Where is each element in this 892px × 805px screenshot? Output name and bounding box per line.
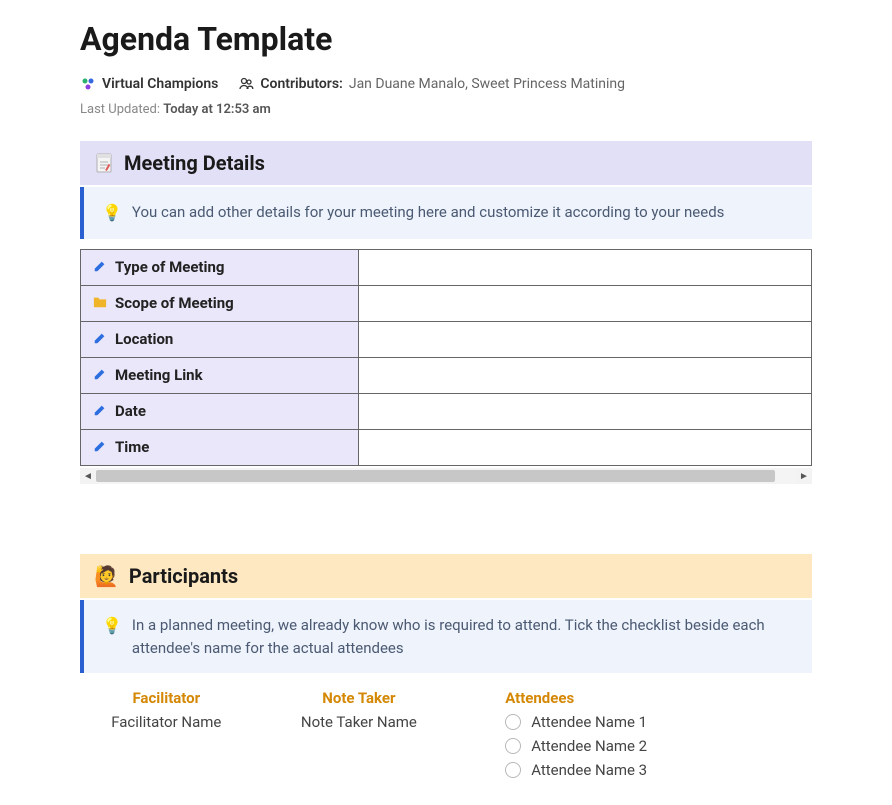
notepad-icon <box>94 152 114 174</box>
table-row: Location <box>81 322 812 358</box>
bulb-icon: 💡 <box>102 614 122 659</box>
participants-tip: 💡 In a planned meeting, we already know … <box>80 600 812 673</box>
meeting-details-tip: 💡 You can add other details for your mee… <box>80 187 812 239</box>
page-title: Agenda Template <box>80 20 812 58</box>
participants-tip-text: In a planned meeting, we already know wh… <box>132 614 794 659</box>
detail-label-cell[interactable]: Scope of Meeting <box>81 286 359 322</box>
workspace-icon <box>80 76 96 92</box>
attendee-name[interactable]: Attendee Name 1 <box>531 713 647 731</box>
contributors-icon <box>238 76 254 92</box>
meeting-details-tip-text: You can add other details for your meeti… <box>132 201 725 225</box>
contributors[interactable]: Contributors: Jan Duane Manalo, Sweet Pr… <box>238 76 625 92</box>
participants-heading: Participants <box>129 564 238 588</box>
attendees-header: Attendees <box>505 689 812 707</box>
meeting-details-header: Meeting Details <box>80 141 812 185</box>
pencil-icon <box>93 331 109 349</box>
notetaker-header: Note Taker <box>273 689 446 707</box>
scroll-thumb[interactable] <box>96 470 775 482</box>
detail-label-cell[interactable]: Meeting Link <box>81 358 359 394</box>
notetaker-name[interactable]: Note Taker Name <box>273 713 446 731</box>
detail-label-cell[interactable]: Date <box>81 394 359 430</box>
table-row: Scope of Meeting <box>81 286 812 322</box>
horizontal-scrollbar[interactable]: ◄ ► <box>80 468 812 484</box>
contributors-label: Contributors: <box>260 76 342 92</box>
detail-value-cell[interactable] <box>358 322 811 358</box>
attendee-row: Attendee Name 3 <box>505 761 812 779</box>
pencil-icon <box>93 439 109 457</box>
detail-value-cell[interactable] <box>358 250 811 286</box>
bulb-icon: 💡 <box>102 201 122 225</box>
pencil-icon <box>93 259 109 277</box>
attendee-row: Attendee Name 1 <box>505 713 812 731</box>
table-row: Meeting Link <box>81 358 812 394</box>
detail-value-cell[interactable] <box>358 394 811 430</box>
detail-label: Scope of Meeting <box>115 294 234 312</box>
detail-label: Location <box>115 330 173 348</box>
detail-label-cell[interactable]: Type of Meeting <box>81 250 359 286</box>
raise-hand-icon: 🙋 <box>94 564 119 588</box>
folder-icon <box>93 295 109 313</box>
table-row: Date <box>81 394 812 430</box>
meeting-details-heading: Meeting Details <box>124 151 265 175</box>
attendee-checkbox[interactable] <box>505 714 521 730</box>
facilitator-name[interactable]: Facilitator Name <box>80 713 253 731</box>
attendee-name[interactable]: Attendee Name 3 <box>531 761 647 779</box>
attendee-name[interactable]: Attendee Name 2 <box>531 737 647 755</box>
attendees-column: Attendees Attendee Name 1 Attendee Name 2… <box>465 689 812 785</box>
detail-label-cell[interactable]: Location <box>81 322 359 358</box>
facilitator-column: Facilitator Facilitator Name <box>80 689 253 785</box>
participants-header: 🙋 Participants <box>80 554 812 598</box>
detail-value-cell[interactable] <box>358 286 811 322</box>
scroll-left-arrow[interactable]: ◄ <box>80 468 96 484</box>
attendee-checkbox[interactable] <box>505 738 521 754</box>
last-updated-time: Today at 12:53 am <box>163 102 271 117</box>
workspace-name: Virtual Champions <box>102 76 218 92</box>
facilitator-header: Facilitator <box>80 689 253 707</box>
pencil-icon <box>93 367 109 385</box>
attendee-row: Attendee Name 2 <box>505 737 812 755</box>
detail-label: Type of Meeting <box>115 258 224 276</box>
detail-label: Date <box>115 402 146 420</box>
last-updated: Last Updated: Today at 12:53 am <box>80 102 812 117</box>
detail-label-cell[interactable]: Time <box>81 430 359 466</box>
workspace[interactable]: Virtual Champions <box>80 76 218 92</box>
table-row: Type of Meeting <box>81 250 812 286</box>
detail-label: Time <box>115 438 149 456</box>
scroll-track[interactable] <box>96 468 796 484</box>
meta-row: Virtual Champions Contributors: Jan Duan… <box>80 76 812 92</box>
detail-label: Meeting Link <box>115 366 203 384</box>
detail-value-cell[interactable] <box>358 430 811 466</box>
contributors-names: Jan Duane Manalo, Sweet Princess Matinin… <box>349 76 625 92</box>
scroll-right-arrow[interactable]: ► <box>796 468 812 484</box>
attendee-checkbox[interactable] <box>505 762 521 778</box>
pencil-icon <box>93 403 109 421</box>
table-row: Time <box>81 430 812 466</box>
last-updated-prefix: Last Updated: <box>80 102 163 117</box>
participants-columns: Facilitator Facilitator Name Note Taker … <box>80 689 812 785</box>
notetaker-column: Note Taker Note Taker Name <box>273 689 446 785</box>
detail-value-cell[interactable] <box>358 358 811 394</box>
meeting-details-table: Type of Meeting Scope of Meeting Location M… <box>80 249 812 466</box>
